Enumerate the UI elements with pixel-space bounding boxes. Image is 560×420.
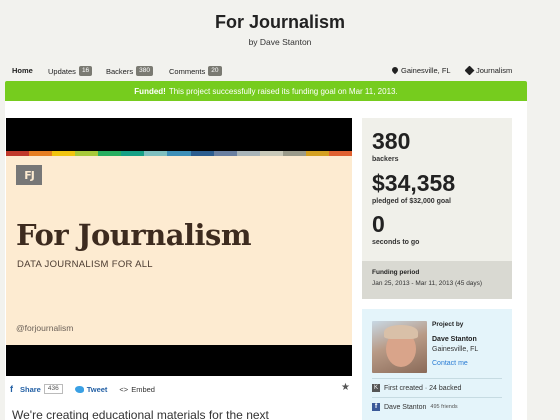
divider bbox=[372, 397, 502, 398]
pledged-amount: $34,358 bbox=[372, 170, 456, 196]
project-description: We're creating educational materials for… bbox=[12, 408, 269, 420]
creator-location: Gainesville, FL bbox=[432, 346, 479, 353]
twitter-bird-icon bbox=[74, 385, 84, 393]
project-byline[interactable]: by Dave Stanton bbox=[0, 37, 560, 47]
code-icon: <> bbox=[119, 384, 129, 394]
funded-label: Funded! bbox=[134, 86, 166, 96]
tab-backers-label: Backers bbox=[106, 66, 134, 76]
share-bar: f Share 436 Tweet <> Embed ★ bbox=[10, 382, 350, 395]
category-link[interactable]: Journalism bbox=[464, 65, 513, 76]
tab-comments[interactable]: Comments 20 bbox=[169, 66, 222, 76]
project-header: For Journalism by Dave Stanton bbox=[0, 0, 560, 62]
kickstarter-icon: K bbox=[372, 384, 380, 392]
funded-banner: Funded! This project successfully raised… bbox=[5, 81, 527, 101]
backers-count: 380 bbox=[372, 128, 411, 154]
tab-updates[interactable]: Updates 16 bbox=[48, 66, 93, 76]
tab-home-label: Home bbox=[12, 66, 33, 75]
updates-count-badge: 16 bbox=[78, 66, 93, 76]
tab-home[interactable]: Home bbox=[12, 66, 33, 75]
embed-button[interactable]: <> Embed bbox=[119, 385, 155, 394]
video-player[interactable]: FJ For Journalism DATA JOURNALISM FOR AL… bbox=[6, 118, 352, 376]
comments-count-badge: 20 bbox=[208, 66, 222, 76]
funded-message: This project successfully raised its fun… bbox=[168, 86, 398, 96]
tab-backers[interactable]: Backers 380 bbox=[106, 66, 153, 76]
location-label: Gainesville, FL bbox=[401, 66, 451, 75]
backers-count-badge: 380 bbox=[136, 66, 153, 76]
divider bbox=[372, 378, 502, 379]
category-label: Journalism bbox=[476, 66, 513, 75]
time-remaining: 0 bbox=[372, 211, 385, 237]
location-pin-icon bbox=[392, 67, 398, 75]
tab-updates-label: Updates bbox=[48, 66, 76, 76]
facebook-name: Dave Stanton bbox=[384, 403, 427, 411]
tweet-button[interactable]: Tweet bbox=[74, 384, 108, 394]
project-nav: Home Updates 16 Backers 380 Comments 20 … bbox=[0, 64, 560, 80]
creator-panel: Project by Dave Stanton Gainesville, FL … bbox=[362, 309, 512, 420]
poster-title: For Journalism bbox=[16, 218, 252, 252]
project-by-label: Project by bbox=[432, 321, 464, 328]
funding-period-dates: Jan 25, 2013 - Mar 11, 2013 (45 days) bbox=[372, 280, 483, 287]
funding-period-panel: Funding period Jan 25, 2013 - Mar 11, 20… bbox=[362, 261, 512, 299]
time-remaining-label: seconds to go bbox=[372, 239, 420, 246]
creator-avatar[interactable] bbox=[372, 321, 427, 373]
facebook-icon: f bbox=[10, 383, 13, 394]
tag-icon bbox=[464, 65, 475, 76]
creator-history: K First created · 24 backed bbox=[372, 384, 461, 392]
creator-history-text: First created · 24 backed bbox=[384, 384, 462, 392]
backers-label: backers bbox=[372, 156, 399, 163]
creator-name[interactable]: Dave Stanton bbox=[432, 336, 477, 343]
facebook-share-label: Share bbox=[20, 384, 41, 394]
facebook-friends: 495 friends bbox=[430, 404, 458, 410]
poster-handle: @forjournalism bbox=[16, 323, 74, 333]
tab-comments-label: Comments bbox=[169, 66, 206, 76]
project-title: For Journalism bbox=[214, 12, 346, 32]
creator-facebook[interactable]: f Dave Stanton 495 friends bbox=[372, 403, 458, 411]
stats-panel: 380 backers $34,358 pledged of $32,000 g… bbox=[362, 118, 512, 261]
tweet-label: Tweet bbox=[86, 384, 108, 394]
embed-label: Embed bbox=[131, 384, 155, 394]
facebook-square-icon: f bbox=[372, 403, 380, 411]
pledged-label: pledged of $32,000 goal bbox=[372, 198, 451, 205]
poster-subtitle: DATA JOURNALISM FOR ALL bbox=[17, 259, 153, 270]
facebook-share-count: 436 bbox=[43, 384, 63, 394]
contact-me-link[interactable]: Contact me bbox=[432, 360, 468, 367]
star-icon[interactable]: ★ bbox=[341, 382, 350, 393]
facebook-share-button[interactable]: f Share 436 bbox=[10, 384, 63, 394]
funding-period-title: Funding period bbox=[372, 269, 420, 276]
fj-logo: FJ bbox=[16, 165, 42, 185]
location-link[interactable]: Gainesville, FL bbox=[392, 66, 451, 75]
video-poster[interactable]: FJ For Journalism DATA JOURNALISM FOR AL… bbox=[6, 156, 352, 345]
